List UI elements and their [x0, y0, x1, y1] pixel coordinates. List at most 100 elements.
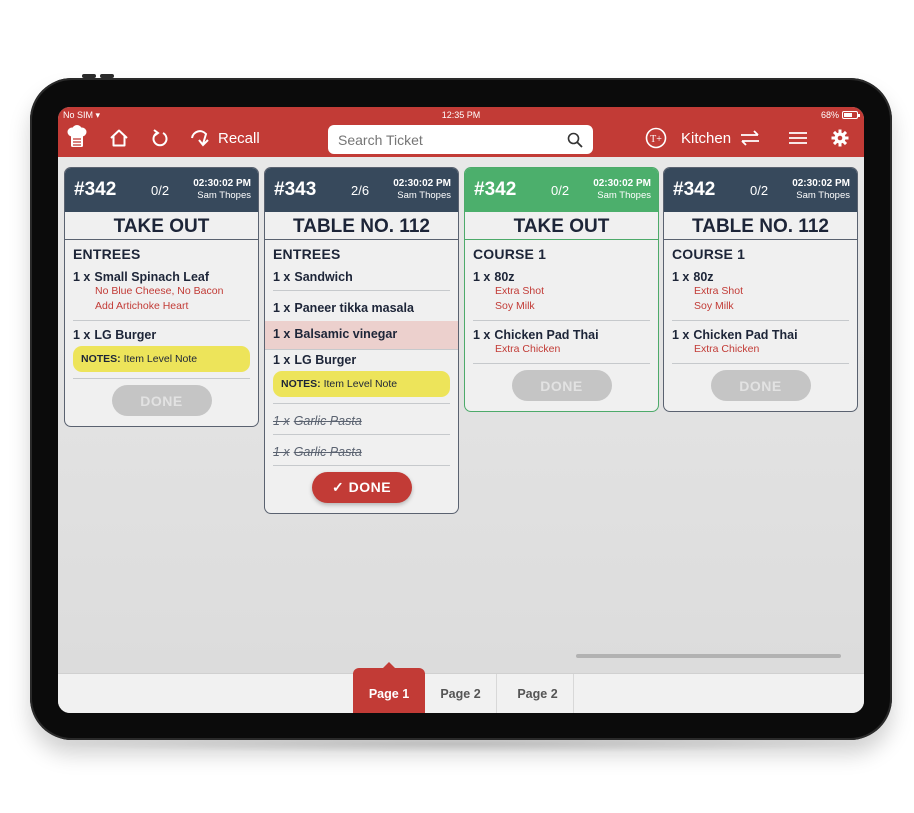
item-modifier: Soy Milk [694, 300, 734, 312]
volume-button [82, 74, 96, 78]
item-modifier: No Blue Cheese, No Bacon [95, 285, 224, 297]
order-item[interactable]: 1 x Chicken Pad Thai Extra Chicken [672, 325, 849, 364]
item-name: Sandwich [294, 270, 353, 284]
ticket-board: #342 0/2 02:30:02 PM Sam Thopes TAKE OUT… [58, 157, 864, 673]
recall-label: Recall [218, 129, 260, 147]
home-icon[interactable] [109, 127, 129, 149]
chef-hat-icon[interactable] [67, 125, 87, 148]
item-modifier: Extra Chicken [694, 343, 760, 355]
section-title: ENTREES [273, 246, 341, 262]
order-item[interactable]: 1 x Sandwich [273, 267, 450, 291]
done-button[interactable]: DONE [511, 370, 612, 401]
ticket-progress: 0/2 [551, 183, 570, 198]
ticket-header: #342 0/2 02:30:02 PM Sam Thopes [465, 168, 658, 212]
ticket-time: 02:30:02 PM [593, 178, 651, 189]
menu-icon[interactable] [788, 127, 808, 149]
order-item-completed[interactable]: 1 x Garlic Pasta [273, 408, 450, 435]
checkmark-icon: ✓ [331, 479, 349, 495]
svg-text:T+: T+ [650, 134, 662, 145]
order-type: TABLE NO. 112 [664, 212, 857, 240]
status-bar: No SIM ▾ 12:35 PM 68% [58, 107, 864, 123]
order-item[interactable]: 1 x LG Burger NOTES: Item Level Note [273, 350, 450, 404]
done-button[interactable]: DONE [710, 370, 811, 401]
ticket-card[interactable]: #343 2/6 02:30:02 PM Sam Thopes TABLE NO… [264, 167, 459, 514]
order-item-highlighted[interactable]: 1 x Balsamic vinegar [265, 321, 458, 350]
horizontal-scrollbar[interactable] [576, 654, 841, 658]
done-button[interactable]: ✓ DONE [311, 472, 412, 503]
ticket-server: Sam Thopes [197, 190, 251, 201]
recall-button[interactable]: Recall [190, 127, 260, 149]
item-name: Garlic Pasta [293, 445, 362, 459]
order-item[interactable]: 1 x 80z Extra Shot Soy Milk [473, 267, 650, 321]
ticket-header: #342 0/2 02:30:02 PM Sam Thopes [664, 168, 857, 212]
order-type: TAKE OUT [65, 212, 258, 240]
section-title: COURSE 1 [672, 246, 746, 262]
ticket-card[interactable]: #342 0/2 02:30:02 PM Sam Thopes TAKE OUT… [64, 167, 259, 427]
item-note: NOTES: Item Level Note [273, 371, 450, 397]
ticket-progress: 0/2 [750, 183, 769, 198]
volume-button [100, 74, 114, 78]
item-note: NOTES: Item Level Note [73, 346, 250, 372]
item-modifier: Extra Chicken [495, 343, 561, 355]
ticket-card[interactable]: #342 0/2 02:30:02 PM Sam Thopes TAKE OUT… [464, 167, 659, 412]
ticket-server: Sam Thopes [597, 190, 651, 201]
order-type: TABLE NO. 112 [265, 212, 458, 240]
ticket-time: 02:30:02 PM [393, 178, 451, 189]
add-ticket-icon[interactable]: T+ [645, 127, 667, 149]
item-modifier: Extra Shot [495, 285, 545, 297]
done-button[interactable]: DONE [111, 385, 212, 416]
ticket-header: #343 2/6 02:30:02 PM Sam Thopes [265, 168, 458, 212]
item-modifier: Add Artichoke Heart [95, 300, 189, 312]
item-name: 80z [494, 270, 515, 284]
ticket-server: Sam Thopes [397, 190, 451, 201]
swap-icon [741, 130, 760, 146]
page-tab-1[interactable]: Page 1 [353, 662, 425, 713]
clock: 12:35 PM [441, 110, 481, 120]
ticket-time: 02:30:02 PM [193, 178, 251, 189]
ticket-server: Sam Thopes [796, 190, 850, 201]
order-item[interactable]: 1 x LG Burger NOTES: Item Level Note [73, 325, 250, 379]
section-title: COURSE 1 [473, 246, 547, 262]
search-box[interactable] [328, 125, 593, 154]
search-icon[interactable] [567, 132, 583, 148]
page-tab-2[interactable]: Page 2 [425, 674, 497, 713]
ticket-number: #342 [74, 179, 117, 200]
search-input[interactable] [338, 131, 567, 148]
item-name: 80z [693, 270, 714, 284]
app-screen: No SIM ▾ 12:35 PM 68% Recall Search Tick… [58, 107, 864, 713]
ticket-number: #343 [274, 179, 317, 200]
refresh-icon[interactable] [151, 127, 169, 149]
battery-icon [842, 111, 860, 119]
ticket-number: #342 [673, 179, 716, 200]
ticket-number: #342 [474, 179, 517, 200]
item-name: Garlic Pasta [293, 414, 362, 428]
order-type: TAKE OUT [465, 212, 658, 240]
item-name: Chicken Pad Thai [494, 328, 599, 342]
page-tab-3[interactable]: Page 2 [502, 674, 574, 713]
ticket-progress: 2/6 [351, 183, 370, 198]
item-name: Balsamic vinegar [294, 327, 398, 341]
settings-gear-icon[interactable] [831, 127, 849, 149]
page-tabs: Page 1 Page 2 Page 2 [58, 662, 864, 713]
item-name: Small Spinach Leaf [94, 270, 210, 284]
section-title: ENTREES [73, 246, 141, 262]
ticket-card[interactable]: #342 0/2 02:30:02 PM Sam Thopes TABLE NO… [663, 167, 858, 412]
item-name: LG Burger [94, 328, 157, 342]
battery-status: 68% [821, 110, 860, 120]
station-switch-button[interactable]: Kitchen [681, 127, 761, 149]
order-item-completed[interactable]: 1 x Garlic Pasta [273, 439, 450, 466]
item-name: LG Burger [294, 353, 357, 367]
ticket-progress: 0/2 [151, 183, 170, 198]
item-modifier: Extra Shot [694, 285, 744, 297]
station-label: Kitchen [681, 129, 732, 147]
item-name: Chicken Pad Thai [693, 328, 798, 342]
order-item[interactable]: 1 x Small Spinach Leaf No Blue Cheese, No… [73, 267, 250, 321]
item-name: Paneer tikka masala [294, 301, 414, 315]
item-modifier: Soy Milk [495, 300, 535, 312]
ticket-header: #342 0/2 02:30:02 PM Sam Thopes [65, 168, 258, 212]
top-bar: No SIM ▾ 12:35 PM 68% Recall Search Tick… [58, 107, 864, 157]
order-item[interactable]: 1 x Chicken Pad Thai Extra Chicken [473, 325, 650, 364]
order-item[interactable]: 1 x Paneer tikka masala [273, 295, 450, 321]
order-item[interactable]: 1 x 80z Extra Shot Soy Milk [672, 267, 849, 321]
ticket-time: 02:30:02 PM [792, 178, 850, 189]
